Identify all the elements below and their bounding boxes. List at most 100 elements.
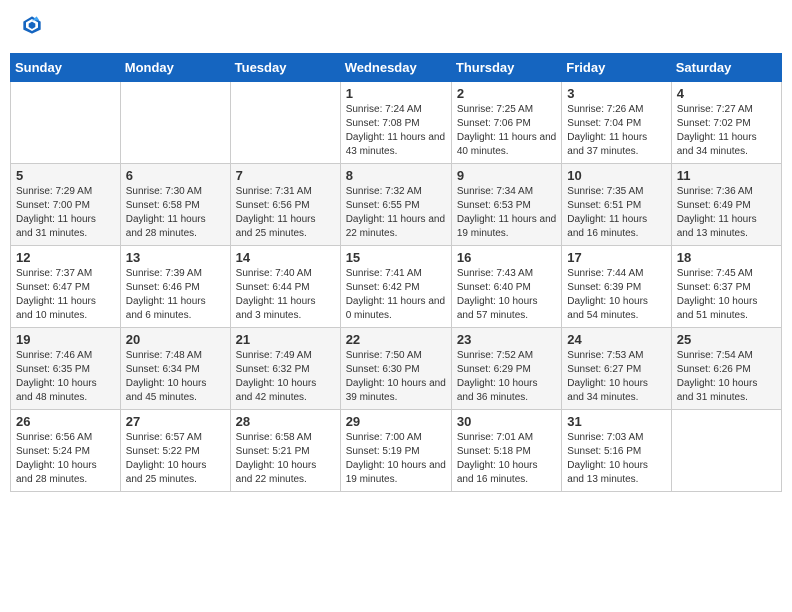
day-info: Sunrise: 7:39 AM Sunset: 6:46 PM Dayligh… [126,267,225,323]
calendar-cell: 27 Sunrise: 6:57 AM Sunset: 5:22 PM Dayli… [120,410,230,492]
day-info: Sunrise: 6:57 AM Sunset: 5:22 PM Dayligh… [126,431,225,487]
day-number: 7 [236,168,335,183]
calendar-cell: 9Sunrise: 7:34 AM Sunset: 6:53 PM Daylig… [451,164,561,246]
calendar-cell: 30 Sunrise: 7:01 AM Sunset: 5:18 PM Dayli… [451,410,561,492]
logo-icon [22,15,42,35]
day-number: 27 [126,414,225,429]
calendar-cell [671,410,781,492]
calendar-cell [120,82,230,164]
calendar-week-row: 5Sunrise: 7:29 AM Sunset: 7:00 PM Daylig… [11,164,782,246]
calendar-week-row: 1 Sunrise: 7:24 AM Sunset: 7:08 PM Daylig… [11,82,782,164]
day-number: 21 [236,332,335,347]
day-info: Sunrise: 7:46 AM Sunset: 6:35 PM Dayligh… [16,349,115,405]
day-number: 18 [677,250,776,265]
calendar-cell: 2 Sunrise: 7:25 AM Sunset: 7:06 PM Daylig… [451,82,561,164]
day-number: 23 [457,332,556,347]
day-number: 4 [677,86,776,101]
calendar-cell [11,82,121,164]
calendar-cell: 3 Sunrise: 7:26 AM Sunset: 7:04 PM Daylig… [562,82,671,164]
calendar-cell: 17Sunrise: 7:44 AM Sunset: 6:39 PM Dayli… [562,246,671,328]
day-info: Sunrise: 7:00 AM Sunset: 5:19 PM Dayligh… [346,431,446,487]
calendar-table: SundayMondayTuesdayWednesdayThursdayFrid… [10,53,782,492]
calendar-header-row: SundayMondayTuesdayWednesdayThursdayFrid… [11,54,782,82]
calendar-header-wednesday: Wednesday [340,54,451,82]
calendar-cell: 31 Sunrise: 7:03 AM Sunset: 5:16 PM Dayli… [562,410,671,492]
day-number: 10 [567,168,665,183]
day-info: Sunrise: 7:44 AM Sunset: 6:39 PM Dayligh… [567,267,665,323]
day-info: Sunrise: 7:43 AM Sunset: 6:40 PM Dayligh… [457,267,556,323]
day-info: Sunrise: 7:30 AM Sunset: 6:58 PM Dayligh… [126,185,225,241]
day-number: 30 [457,414,556,429]
day-info: Sunrise: 6:58 AM Sunset: 5:21 PM Dayligh… [236,431,335,487]
day-info: Sunrise: 7:26 AM Sunset: 7:04 PM Dayligh… [567,103,665,159]
day-info: Sunrise: 7:54 AM Sunset: 6:26 PM Dayligh… [677,349,776,405]
calendar-cell: 18Sunrise: 7:45 AM Sunset: 6:37 PM Dayli… [671,246,781,328]
calendar-cell: 7 Sunrise: 7:31 AM Sunset: 6:56 PM Daylig… [230,164,340,246]
day-info: Sunrise: 7:35 AM Sunset: 6:51 PM Dayligh… [567,185,665,241]
calendar-cell: 6 Sunrise: 7:30 AM Sunset: 6:58 PM Daylig… [120,164,230,246]
day-number: 8 [346,168,446,183]
calendar-cell: 26Sunrise: 6:56 AM Sunset: 5:24 PM Dayli… [11,410,121,492]
day-info: Sunrise: 7:25 AM Sunset: 7:06 PM Dayligh… [457,103,556,159]
calendar-cell: 13 Sunrise: 7:39 AM Sunset: 6:46 PM Dayli… [120,246,230,328]
day-number: 15 [346,250,446,265]
day-number: 3 [567,86,665,101]
calendar-cell: 25 Sunrise: 7:54 AM Sunset: 6:26 PM Dayli… [671,328,781,410]
day-info: Sunrise: 7:40 AM Sunset: 6:44 PM Dayligh… [236,267,335,323]
calendar-cell: 21 Sunrise: 7:49 AM Sunset: 6:32 PM Dayli… [230,328,340,410]
day-number: 14 [236,250,335,265]
calendar-cell: 24 Sunrise: 7:53 AM Sunset: 6:27 PM Dayli… [562,328,671,410]
calendar-cell: 19 Sunrise: 7:46 AM Sunset: 6:35 PM Dayli… [11,328,121,410]
day-info: Sunrise: 7:24 AM Sunset: 7:08 PM Dayligh… [346,103,446,159]
calendar-header-saturday: Saturday [671,54,781,82]
day-number: 19 [16,332,115,347]
day-number: 25 [677,332,776,347]
day-number: 2 [457,86,556,101]
day-number: 1 [346,86,446,101]
day-number: 29 [346,414,446,429]
day-number: 20 [126,332,225,347]
calendar-header-sunday: Sunday [11,54,121,82]
day-info: Sunrise: 7:37 AM Sunset: 6:47 PM Dayligh… [16,267,115,323]
calendar-cell: 29 Sunrise: 7:00 AM Sunset: 5:19 PM Dayli… [340,410,451,492]
calendar-cell: 28Sunrise: 6:58 AM Sunset: 5:21 PM Dayli… [230,410,340,492]
calendar-cell: 11Sunrise: 7:36 AM Sunset: 6:49 PM Dayli… [671,164,781,246]
calendar-cell: 14 Sunrise: 7:40 AM Sunset: 6:44 PM Dayli… [230,246,340,328]
day-number: 26 [16,414,115,429]
day-info: Sunrise: 7:41 AM Sunset: 6:42 PM Dayligh… [346,267,446,323]
day-number: 22 [346,332,446,347]
page-header [10,10,782,45]
calendar-cell: 4 Sunrise: 7:27 AM Sunset: 7:02 PM Daylig… [671,82,781,164]
calendar-cell [230,82,340,164]
calendar-header-friday: Friday [562,54,671,82]
day-number: 24 [567,332,665,347]
calendar-header-tuesday: Tuesday [230,54,340,82]
day-number: 9 [457,168,556,183]
calendar-week-row: 26Sunrise: 6:56 AM Sunset: 5:24 PM Dayli… [11,410,782,492]
day-info: Sunrise: 7:50 AM Sunset: 6:30 PM Dayligh… [346,349,446,405]
calendar-cell: 5Sunrise: 7:29 AM Sunset: 7:00 PM Daylig… [11,164,121,246]
day-info: Sunrise: 7:52 AM Sunset: 6:29 PM Dayligh… [457,349,556,405]
calendar-cell: 22 Sunrise: 7:50 AM Sunset: 6:30 PM Dayli… [340,328,451,410]
calendar-week-row: 12Sunrise: 7:37 AM Sunset: 6:47 PM Dayli… [11,246,782,328]
day-info: Sunrise: 7:27 AM Sunset: 7:02 PM Dayligh… [677,103,776,159]
day-info: Sunrise: 7:01 AM Sunset: 5:18 PM Dayligh… [457,431,556,487]
calendar-week-row: 19 Sunrise: 7:46 AM Sunset: 6:35 PM Dayli… [11,328,782,410]
logo [20,15,42,40]
day-info: Sunrise: 7:48 AM Sunset: 6:34 PM Dayligh… [126,349,225,405]
calendar-cell: 10 Sunrise: 7:35 AM Sunset: 6:51 PM Dayli… [562,164,671,246]
day-number: 11 [677,168,776,183]
day-number: 16 [457,250,556,265]
calendar-cell: 20 Sunrise: 7:48 AM Sunset: 6:34 PM Dayli… [120,328,230,410]
day-info: Sunrise: 7:49 AM Sunset: 6:32 PM Dayligh… [236,349,335,405]
day-info: Sunrise: 7:03 AM Sunset: 5:16 PM Dayligh… [567,431,665,487]
calendar-cell: 1 Sunrise: 7:24 AM Sunset: 7:08 PM Daylig… [340,82,451,164]
calendar-cell: 8Sunrise: 7:32 AM Sunset: 6:55 PM Daylig… [340,164,451,246]
day-info: Sunrise: 7:53 AM Sunset: 6:27 PM Dayligh… [567,349,665,405]
day-info: Sunrise: 7:31 AM Sunset: 6:56 PM Dayligh… [236,185,335,241]
day-number: 13 [126,250,225,265]
calendar-cell: 12Sunrise: 7:37 AM Sunset: 6:47 PM Dayli… [11,246,121,328]
day-number: 31 [567,414,665,429]
calendar-cell: 15 Sunrise: 7:41 AM Sunset: 6:42 PM Dayli… [340,246,451,328]
day-number: 6 [126,168,225,183]
